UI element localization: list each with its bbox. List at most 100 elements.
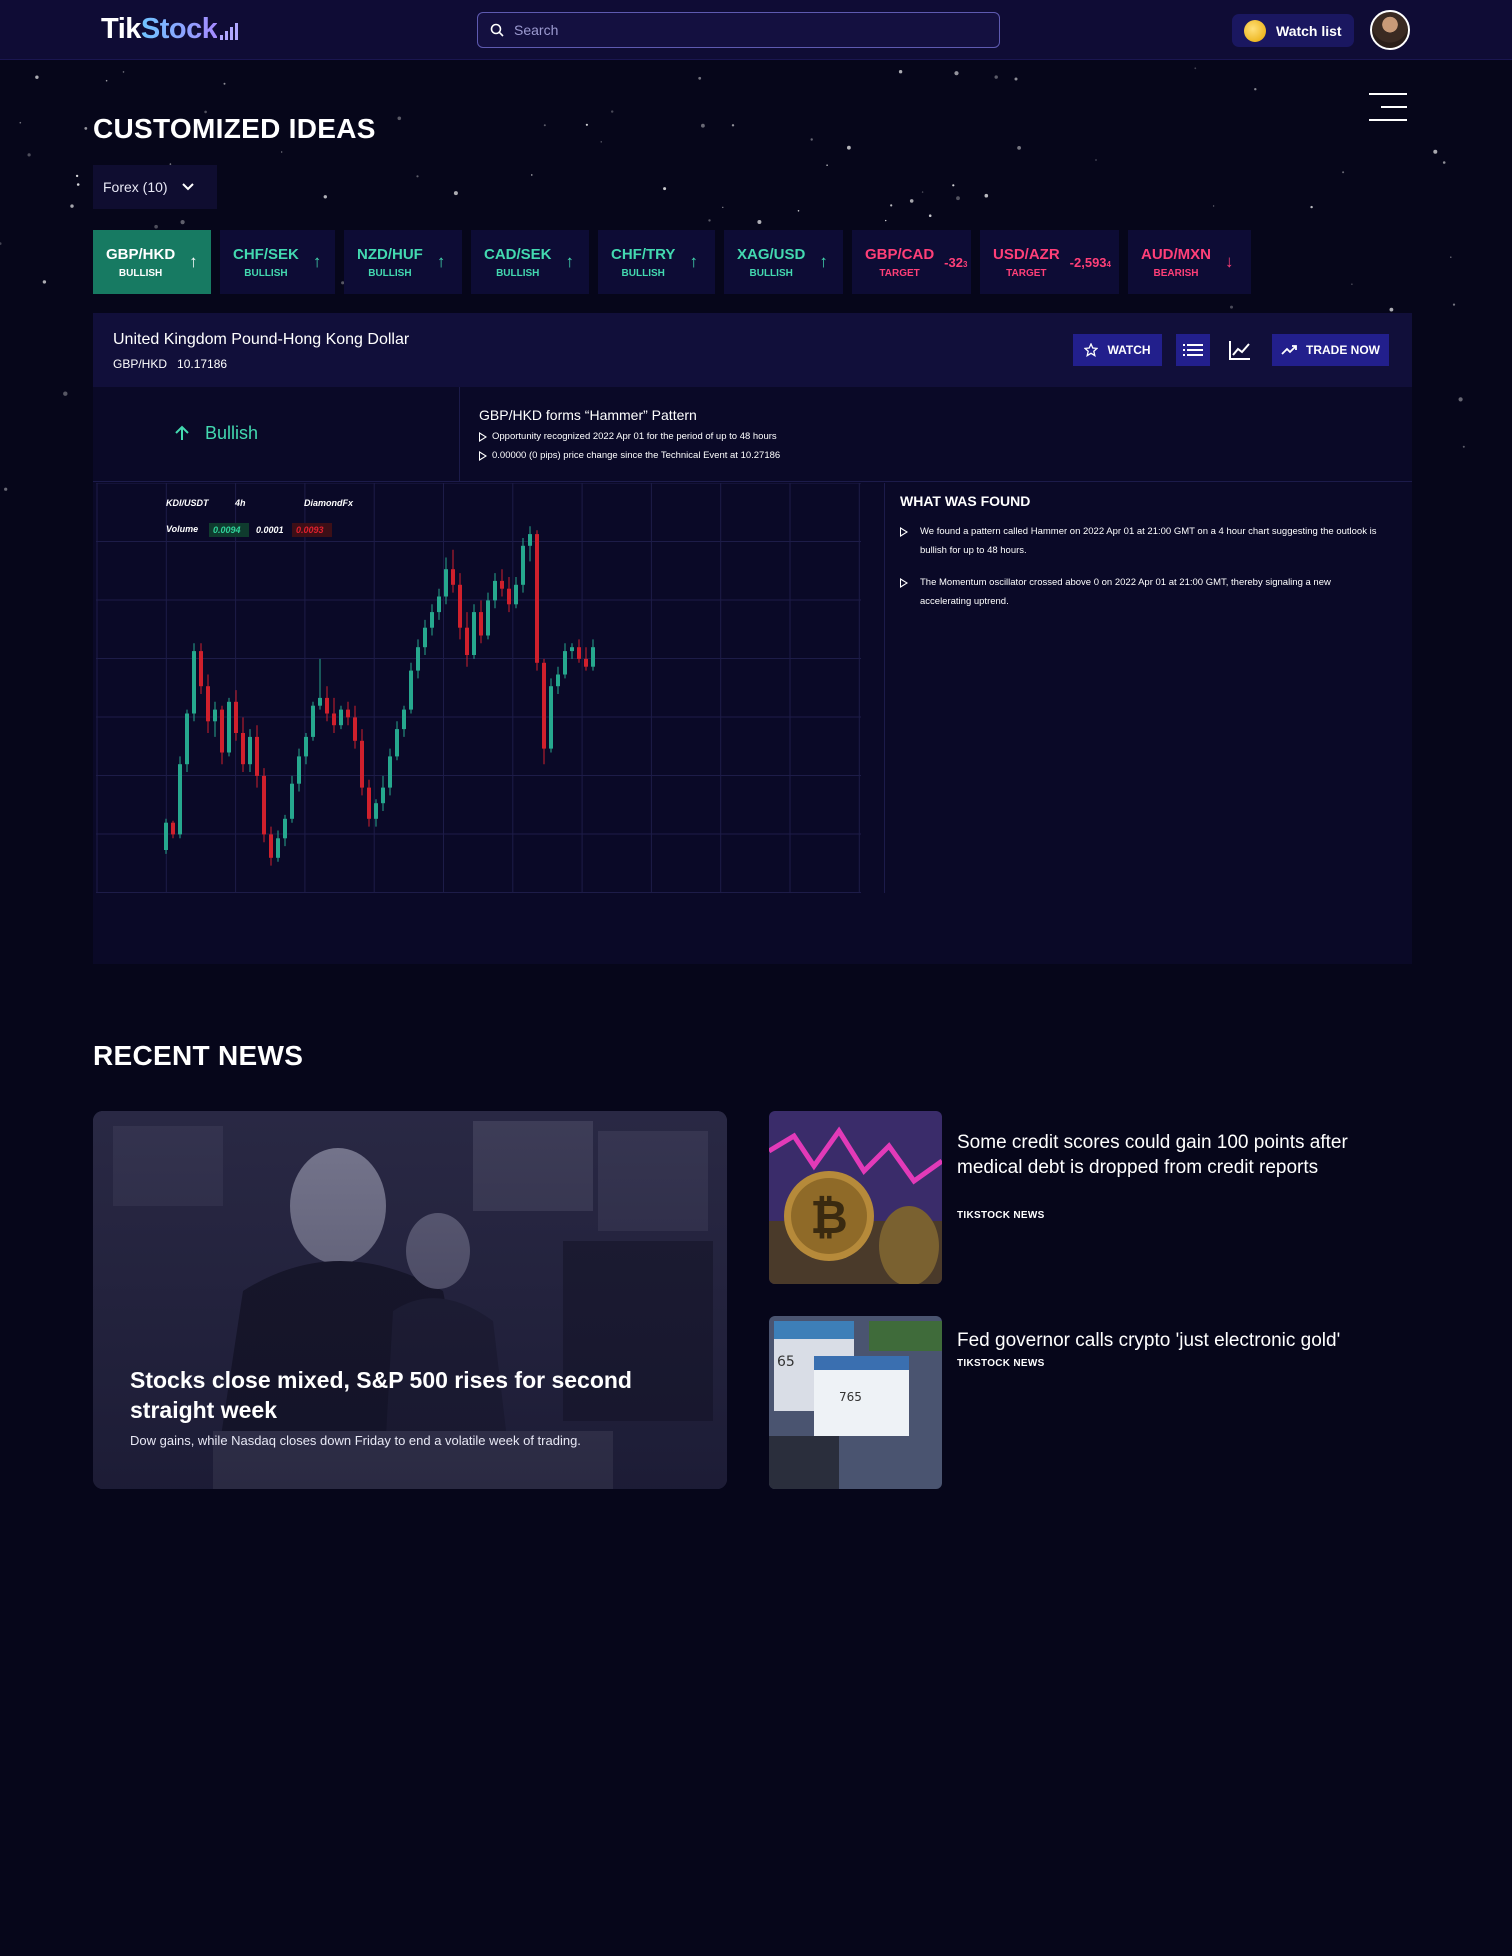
instrument-quote: GBP/HKD 10.17186 — [113, 357, 228, 371]
candle — [178, 764, 182, 835]
pattern-info: GBP/HKD forms “Hammer” Pattern Opportuni… — [479, 407, 780, 461]
candle — [269, 834, 273, 858]
pair-tab[interactable]: GBP/CAD TARGET -323 — [852, 230, 971, 294]
candle — [332, 713, 336, 726]
candle — [451, 569, 455, 585]
candle — [213, 709, 217, 722]
search-bar[interactable] — [477, 12, 1000, 48]
ideas-title: CUSTOMIZED IDEAS — [93, 113, 376, 144]
market-filter-dropdown[interactable]: Forex (10) — [93, 165, 217, 209]
candle — [542, 662, 546, 749]
candlestick-chart[interactable]: KDI/USDT 4h DiamondFx Volume 0.0094 0.0001 0.0… — [96, 483, 862, 895]
list-view-button[interactable] — [1176, 334, 1210, 366]
candle — [472, 612, 476, 655]
trending-up-icon — [1281, 345, 1297, 355]
arrow-up-icon — [175, 425, 189, 440]
candle — [339, 709, 343, 726]
candle — [458, 584, 462, 628]
sentiment-label: Bullish — [205, 423, 259, 443]
pattern-title: GBP/HKD forms “Hammer” Pattern — [479, 407, 697, 423]
candle — [493, 580, 497, 601]
target-value: -323 — [944, 254, 968, 270]
pair-tabs: GBP/HKD BULLISH ↑ CHF/SEK BULLISH ↑ NZD/HU… — [93, 230, 1251, 294]
pair-tab[interactable]: CHF/SEK BULLISH ↑ — [220, 230, 335, 294]
pattern-line: 0.00000 (0 pips) price change since the … — [479, 450, 780, 461]
candle — [311, 705, 315, 737]
candle — [444, 569, 448, 597]
volume-value: 0.0001 — [256, 525, 284, 535]
news-item[interactable]: Some credit scores could gain 100 points… — [957, 1130, 1397, 1221]
search-input[interactable] — [514, 22, 974, 38]
pair-tab[interactable]: CHF/TRY BULLISH ↑ — [598, 230, 715, 294]
avatar[interactable] — [1370, 10, 1410, 50]
candle — [381, 787, 385, 804]
arrow-up-icon: ↑ — [819, 252, 828, 271]
news-thumbnail-bitcoin[interactable]: ₿ — [769, 1111, 942, 1284]
credit-report-image: 65 765 — [769, 1316, 942, 1489]
news-headline[interactable]: Some credit scores could gain 100 points… — [957, 1130, 1397, 1180]
pair-tab[interactable]: AUD/MXN BEARISH ↓ — [1128, 230, 1251, 294]
candle — [234, 701, 238, 733]
candle — [297, 756, 301, 784]
volume-value: 0.0094 — [213, 525, 241, 535]
svg-text:65: 65 — [777, 1354, 795, 1370]
pair-tab[interactable]: USD/AZR TARGET -2,5934 — [980, 230, 1119, 294]
pair-tab[interactable]: CAD/SEK BULLISH ↑ — [471, 230, 589, 294]
candle — [388, 756, 392, 788]
target-value: -2,5934 — [1069, 254, 1111, 270]
candle — [346, 709, 350, 718]
news-item[interactable]: Fed governor calls crypto 'just electron… — [957, 1328, 1397, 1369]
found-item: We found a pattern called Hammer on 2022… — [900, 522, 1380, 560]
candle — [500, 580, 504, 589]
candle — [353, 717, 357, 741]
volume-value: 0.0093 — [296, 525, 324, 535]
candle — [199, 651, 203, 687]
featured-description: Dow gains, while Nasdaq closes down Frid… — [130, 1433, 581, 1448]
menu-icon[interactable] — [1369, 93, 1407, 121]
pair-tab[interactable]: XAG/USD BULLISH ↑ — [724, 230, 843, 294]
candle — [283, 818, 287, 839]
watchlist-button[interactable]: Watch list — [1232, 14, 1354, 47]
candle — [290, 783, 294, 819]
coin-icon — [1244, 19, 1266, 42]
svg-text:₿: ₿ — [810, 1190, 848, 1244]
logo[interactable]: Tik Stock — [101, 13, 239, 46]
list-icon — [1183, 344, 1203, 356]
play-icon — [900, 578, 908, 588]
candle — [486, 600, 490, 636]
watch-button[interactable]: WATCH — [1073, 334, 1162, 366]
candle — [241, 733, 245, 765]
featured-headline[interactable]: Stocks close mixed, S&P 500 rises for se… — [130, 1365, 670, 1425]
candle — [304, 736, 308, 757]
candle — [416, 647, 420, 671]
candle — [528, 534, 532, 546]
candle — [563, 651, 567, 675]
signal-summary: Bullish GBP/HKD forms “Hammer” Pattern O… — [93, 387, 1412, 482]
arrow-up-icon: ↑ — [689, 252, 698, 271]
line-chart-icon — [1229, 341, 1250, 360]
arrow-up-icon: ↑ — [312, 252, 322, 271]
featured-news-card[interactable]: Stocks close mixed, S&P 500 rises for se… — [93, 1111, 727, 1489]
candle — [318, 697, 322, 706]
pair-tab[interactable]: NZD/HUF BULLISH ↑ — [344, 230, 462, 294]
pair-tab[interactable]: GBP/HKD BULLISH ↑ — [93, 230, 211, 294]
candle — [374, 803, 378, 819]
play-icon — [900, 527, 908, 537]
candle — [577, 647, 581, 659]
candle — [164, 822, 168, 850]
play-icon — [479, 431, 487, 442]
play-icon — [479, 450, 487, 461]
trade-now-button[interactable]: TRADE NOW — [1272, 334, 1389, 366]
candle — [570, 647, 574, 652]
arrow-down-icon: ↓ — [1225, 252, 1234, 271]
candle — [584, 658, 588, 667]
chart-view-button[interactable] — [1223, 334, 1257, 366]
news-headline[interactable]: Fed governor calls crypto 'just electron… — [957, 1328, 1397, 1353]
search-icon — [490, 23, 504, 37]
candle — [514, 584, 518, 605]
news-source: TIKSTOCK NEWS — [957, 1358, 1045, 1369]
candle — [479, 612, 483, 636]
candle — [507, 588, 511, 605]
news-thumbnail-credit-report[interactable]: 65 765 — [769, 1316, 942, 1489]
found-item: The Momentum oscillator crossed above 0 … — [900, 573, 1380, 611]
